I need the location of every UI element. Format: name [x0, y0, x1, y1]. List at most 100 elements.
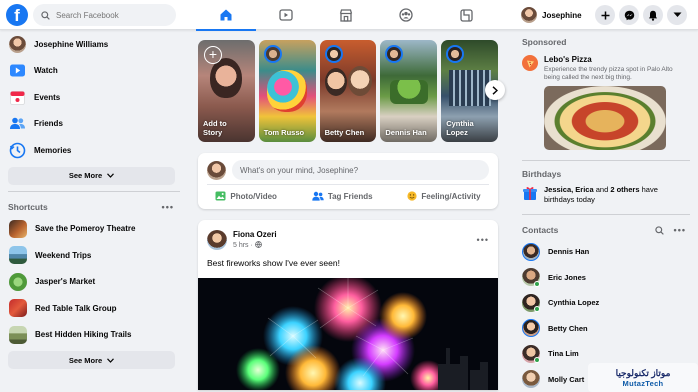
home-icon	[220, 9, 232, 21]
groups-icon	[399, 8, 413, 22]
search-icon[interactable]	[654, 225, 664, 235]
stories-next-button[interactable]	[485, 80, 505, 100]
gaming-icon	[459, 8, 473, 22]
sidebar-item-label: Josephine Williams	[34, 39, 109, 49]
contact-name: Dennis Han	[548, 247, 590, 257]
profile-shortcut[interactable]: Josephine	[521, 5, 586, 25]
shortcut-thumbnail	[9, 299, 27, 318]
contact-item[interactable]: Betty Chen	[514, 316, 698, 342]
avatar	[9, 35, 26, 53]
post-meta: 5 hrs ·	[233, 241, 471, 249]
right-sidebar: Sponsored Lebo's Pizza Experience the tr…	[514, 37, 698, 392]
sidebar-item-watch[interactable]: Watch	[0, 58, 188, 85]
status-placeholder: What's on your mind, Josephine?	[240, 165, 359, 175]
shortcut-item[interactable]: Red Table Talk Group	[0, 295, 188, 322]
tag-friends-button[interactable]: Tag Friends	[312, 191, 373, 201]
left-sidebar: Josephine Williams Watch Events Friends …	[0, 31, 188, 369]
plus-icon	[601, 11, 609, 19]
messenger-button[interactable]	[619, 5, 639, 25]
facebook-logo-icon[interactable]: f	[6, 4, 28, 26]
ad-logo	[522, 55, 538, 71]
story-card[interactable]: Betty Chen	[319, 40, 377, 142]
caret-down-icon	[673, 12, 681, 17]
sidebar-item-memories[interactable]: Memories	[0, 137, 188, 164]
ad-image	[544, 86, 666, 150]
story-photo	[210, 58, 242, 98]
tab-watch[interactable]	[256, 0, 316, 30]
story-card[interactable]: Tom Russo	[258, 40, 316, 142]
photo-video-button[interactable]: Photo/Video	[215, 191, 277, 201]
tab-marketplace[interactable]	[316, 0, 376, 30]
sidebar-item-profile[interactable]: Josephine Williams	[0, 31, 188, 58]
watermark-latin: MutazTech	[622, 378, 664, 388]
shortcut-item[interactable]: Weekend Trips	[0, 242, 188, 269]
memories-icon	[9, 142, 26, 159]
tab-gaming[interactable]	[436, 0, 496, 30]
shortcut-thumbnail	[9, 246, 27, 265]
see-more-button[interactable]: See More	[8, 166, 175, 185]
post-text: Best fireworks show I've ever seen!	[207, 258, 340, 268]
photo-icon	[215, 191, 226, 201]
more-options-icon[interactable]: •••	[162, 202, 174, 212]
shortcut-thumbnail	[9, 219, 27, 238]
top-navigation-bar: f Josephine	[0, 0, 698, 31]
sidebar-item-friends[interactable]: Friends	[0, 111, 188, 138]
shortcut-thumbnail	[9, 272, 27, 291]
story-card[interactable]: + Add to Story	[198, 40, 255, 142]
story-photo	[266, 70, 307, 112]
fireworks-image	[198, 278, 498, 390]
search-icon	[41, 10, 50, 20]
story-name: Tom Russo	[263, 128, 305, 137]
action-label: Feeling/Activity	[421, 191, 481, 201]
contacts-title: Contacts	[522, 225, 559, 235]
account-menu-button[interactable]	[667, 5, 687, 25]
story-avatar	[324, 45, 343, 63]
contact-item[interactable]: Cynthia Lopez	[514, 290, 698, 316]
post-time[interactable]: 5 hrs	[233, 242, 249, 249]
status-input[interactable]: What's on your mind, Josephine?	[232, 160, 489, 180]
events-icon	[10, 90, 25, 105]
post-composer: What's on your mind, Josephine? Photo/Vi…	[198, 153, 498, 209]
shortcut-item[interactable]: Jasper's Market	[0, 269, 188, 296]
shortcut-label: Best Hidden Hiking Trails	[35, 330, 132, 340]
story-card[interactable]: Dennis Han	[380, 40, 438, 142]
shortcut-item[interactable]: Save the Pomeroy Theatre	[0, 216, 188, 243]
contact-item[interactable]: Dennis Han	[514, 239, 698, 265]
shortcut-label: Jasper's Market	[35, 277, 96, 287]
avatar	[522, 370, 540, 389]
post-author[interactable]: Fiona Ozeri	[233, 230, 471, 239]
birthdays-item[interactable]: Jessica, Erica and 2 others have birthda…	[514, 185, 698, 207]
see-more-button[interactable]: See More	[8, 351, 175, 369]
gift-icon	[523, 187, 537, 200]
birthday-others: 2 others	[610, 185, 640, 194]
pizza-icon	[526, 60, 534, 67]
main-nav-tabs	[196, 0, 496, 31]
feeling-activity-button[interactable]: Feeling/Activity	[407, 191, 481, 201]
story-name: Dennis Han	[385, 128, 427, 137]
smiley-icon	[407, 191, 418, 201]
post-photo[interactable]	[198, 278, 498, 390]
story-photo	[390, 80, 429, 104]
chevron-right-icon	[492, 85, 498, 95]
stories-tray: + Add to Story Tom Russo Betty Chen Denn…	[198, 40, 505, 142]
tab-home[interactable]	[196, 0, 256, 31]
search-input[interactable]	[56, 10, 166, 20]
sponsored-ad[interactable]: Lebo's Pizza Experience the trendy pizza…	[514, 53, 698, 152]
story-avatar	[385, 45, 404, 63]
avatar	[522, 319, 540, 338]
avatar	[521, 7, 537, 23]
avatar[interactable]	[207, 229, 227, 250]
add-story-icon[interactable]: +	[204, 46, 222, 64]
search-box[interactable]	[33, 4, 176, 26]
watch-icon	[10, 64, 25, 77]
tab-groups[interactable]	[376, 0, 436, 30]
create-button[interactable]	[595, 5, 615, 25]
shortcut-item[interactable]: Best Hidden Hiking Trails	[0, 322, 188, 349]
contact-item[interactable]: Eric Jones	[514, 265, 698, 291]
shortcut-thumbnail	[9, 325, 27, 344]
sidebar-item-label: Watch	[34, 66, 58, 76]
more-options-icon[interactable]: •••	[477, 235, 489, 245]
more-options-icon[interactable]: •••	[674, 225, 686, 235]
sidebar-item-events[interactable]: Events	[0, 84, 188, 111]
notifications-button[interactable]	[643, 5, 663, 25]
